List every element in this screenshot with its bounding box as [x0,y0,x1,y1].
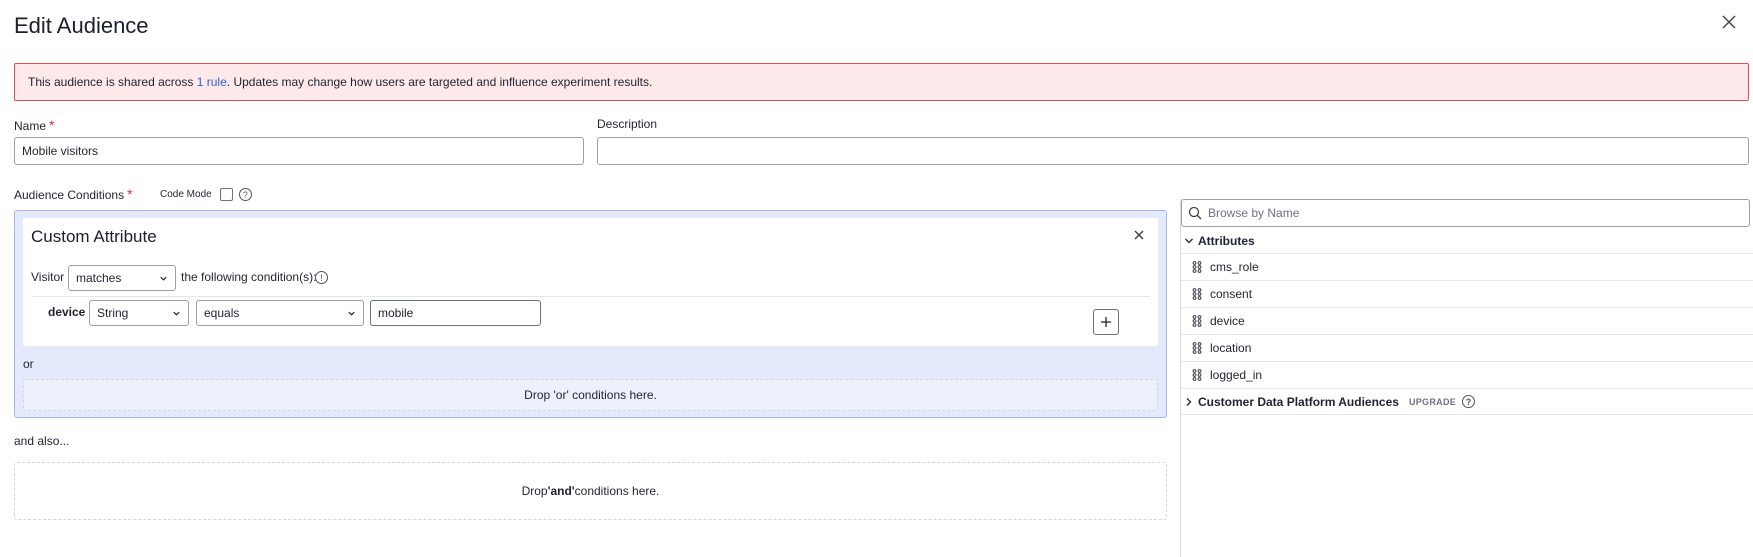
required-mark: * [49,117,55,133]
and-also-label: and also... [14,434,70,448]
chevron-right-icon [1186,397,1192,406]
attribute-name: device [48,305,86,319]
divider [31,296,1150,297]
cdp-audiences-group-header[interactable]: Customer Data Platform Audiences UPGRADE… [1181,389,1753,415]
required-mark: * [127,186,133,202]
attribute-item[interactable]: cms_role [1181,254,1753,281]
code-mode-toggle: Code Mode ? [160,188,252,201]
attribute-browser: Browse by Name Attributes cms_role conse… [1180,199,1753,557]
code-mode-checkbox[interactable] [219,188,233,201]
plus-icon [1101,317,1111,327]
attributes-group-header[interactable]: Attributes [1181,228,1753,254]
attribute-item[interactable]: device [1181,308,1753,335]
condition-value-input[interactable]: mobile [370,300,541,326]
following-conditions-text: the following condition(s): [181,270,317,284]
search-icon [1188,206,1202,220]
page-title: Edit Audience [14,13,149,38]
operator-select[interactable]: equals [196,300,364,326]
banner-text-before: This audience is shared across [28,75,197,89]
banner-text-after: . Updates may change how users are targe… [226,75,653,89]
close-icon[interactable] [1719,12,1739,32]
attribute-item[interactable]: consent [1181,281,1753,308]
drop-and-zone[interactable]: Drop 'and' conditions here. [14,462,1167,520]
chevron-down-icon [160,276,167,281]
visitor-label: Visitor [31,270,65,284]
drag-handle-icon [1192,261,1202,273]
condition-card: Custom Attribute Visitor matches the fol… [23,218,1158,346]
help-icon[interactable]: ? [1462,395,1476,408]
or-group: Custom Attribute Visitor matches the fol… [14,210,1167,418]
add-condition-button[interactable] [1093,309,1119,335]
description-label: Description [597,117,658,131]
attribute-item[interactable]: logged_in [1181,362,1753,389]
chevron-down-icon [348,311,355,316]
match-select[interactable]: matches [68,265,176,291]
banner-rule-link[interactable]: 1 rule [197,75,227,89]
drag-handle-icon [1192,315,1202,327]
attribute-item[interactable]: location [1181,335,1753,362]
drag-handle-icon [1192,288,1202,300]
name-label: Name * [14,117,55,133]
remove-condition-icon[interactable] [1132,228,1146,242]
drag-handle-icon [1192,369,1202,381]
help-icon[interactable]: ? [238,188,252,201]
condition-card-title: Custom Attribute [31,227,157,246]
or-label: or [23,357,34,371]
upgrade-badge[interactable]: UPGRADE [1409,397,1456,407]
description-input[interactable] [597,137,1749,165]
name-input[interactable]: Mobile visitors [14,137,584,165]
shared-warning-banner: This audience is shared across 1 rule. U… [14,63,1749,101]
chevron-down-icon [173,311,180,316]
drop-or-zone[interactable]: Drop 'or' conditions here. [23,379,1158,411]
audience-conditions-label: Audience Conditions * [14,186,133,202]
drag-handle-icon [1192,342,1202,354]
type-select[interactable]: String [89,300,189,326]
info-icon[interactable]: ! [315,271,328,284]
code-mode-label: Code Mode [160,189,212,200]
chevron-down-icon [1185,238,1193,243]
browse-search-input[interactable]: Browse by Name [1181,199,1750,227]
